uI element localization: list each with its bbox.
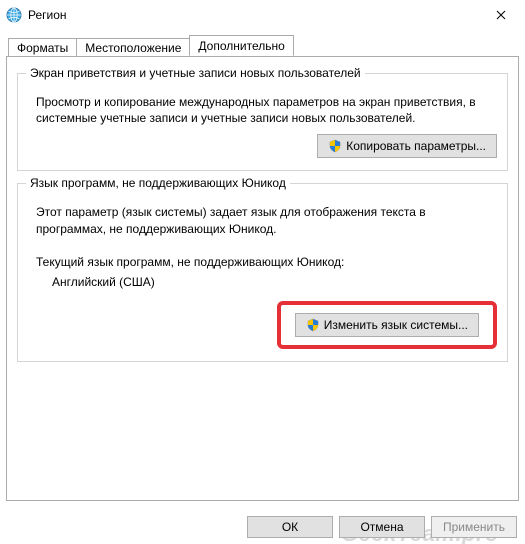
copy-settings-label: Копировать параметры... — [346, 139, 486, 153]
uac-shield-icon — [328, 139, 342, 153]
tab-panel-administrative: Экран приветствия и учетные записи новых… — [6, 56, 519, 501]
current-language-label: Текущий язык программ, не поддерживающих… — [28, 245, 497, 273]
annotation-highlight: Изменить язык системы... — [277, 301, 497, 349]
tab-strip: Форматы Местоположение Дополнительно — [8, 34, 519, 56]
window-title: Регион — [28, 8, 478, 22]
globe-icon — [6, 7, 22, 23]
group-welcome-desc: Просмотр и копирование международных пар… — [28, 90, 497, 134]
group-welcome-legend: Экран приветствия и учетные записи новых… — [26, 66, 365, 80]
apply-button[interactable]: Применить — [431, 516, 517, 538]
titlebar: Регион — [0, 0, 525, 30]
tab-administrative[interactable]: Дополнительно — [189, 35, 293, 56]
copy-settings-button[interactable]: Копировать параметры... — [317, 134, 497, 158]
tab-location[interactable]: Местоположение — [76, 38, 190, 57]
close-icon — [496, 10, 506, 20]
current-language-value: Английский (США) — [28, 273, 497, 301]
change-system-locale-label: Изменить язык системы... — [324, 318, 468, 332]
region-dialog: Регион Форматы Местоположение Дополнител… — [0, 0, 525, 544]
uac-shield-icon — [306, 318, 320, 332]
group-non-unicode-desc: Этот параметр (язык системы) задает язык… — [28, 200, 497, 244]
cancel-button[interactable]: Отмена — [339, 516, 425, 538]
ok-button[interactable]: ОК — [247, 516, 333, 538]
group-non-unicode-legend: Язык программ, не поддерживающих Юникод — [26, 176, 290, 190]
close-button[interactable] — [478, 1, 523, 29]
tab-formats[interactable]: Форматы — [8, 38, 77, 57]
dialog-button-bar: ОК Отмена Применить — [247, 516, 517, 538]
change-system-locale-button[interactable]: Изменить язык системы... — [295, 313, 479, 337]
group-welcome-screen: Экран приветствия и учетные записи новых… — [17, 73, 508, 171]
group-non-unicode: Язык программ, не поддерживающих Юникод … — [17, 183, 508, 361]
client-area: Форматы Местоположение Дополнительно Экр… — [0, 30, 525, 505]
